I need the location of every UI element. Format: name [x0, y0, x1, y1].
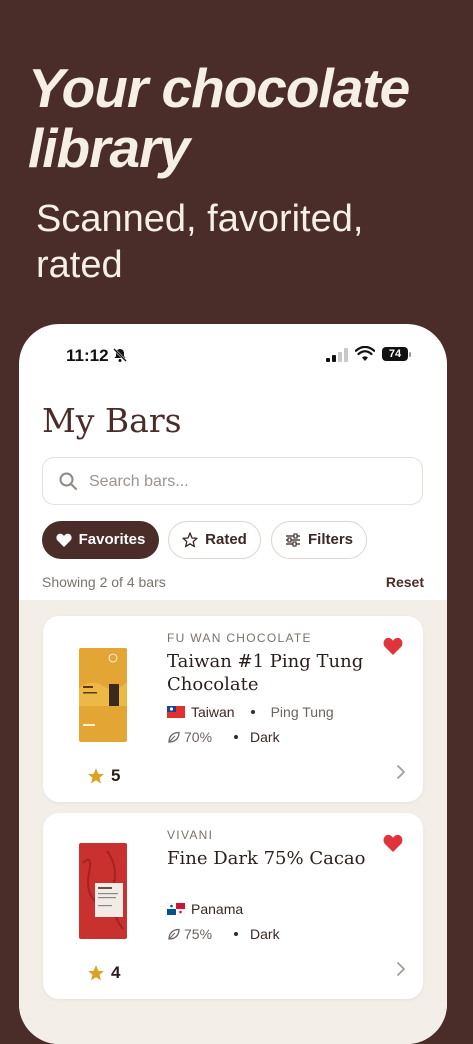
wifi-icon [355, 346, 375, 361]
meta-row: 70% Dark [167, 729, 280, 745]
rating: 4 [87, 963, 120, 983]
chocolate-bar-image [79, 648, 127, 742]
separator-dot [234, 932, 239, 936]
separator-dot [250, 710, 255, 714]
phone-screen: 11:12 74 My Bars Search bars... Favorite… [19, 324, 447, 1044]
bar-region: Ping Tung [270, 704, 334, 720]
search-placeholder: Search bars... [89, 473, 189, 490]
favorite-heart-icon[interactable] [383, 637, 403, 655]
bar-maker: FU WAN CHOCOLATE [167, 631, 312, 645]
bar-card[interactable]: VIVANI Fine Dark 75% Cacao Panama 75% Da… [43, 813, 423, 999]
star-icon [88, 768, 104, 784]
chevron-right-icon [397, 765, 405, 779]
battery-tip [409, 352, 411, 357]
origin-row: Panama [167, 901, 243, 917]
rating-value: 5 [111, 766, 121, 785]
leaf-icon [168, 731, 180, 743]
rated-filter-chip[interactable]: Rated [168, 521, 261, 559]
status-bar: 11:12 74 [19, 324, 447, 384]
filters-chip-label: Filters [307, 531, 353, 548]
bar-card[interactable]: FU WAN CHOCOLATE Taiwan #1 Ping Tung Cho… [43, 616, 423, 802]
bar-cacao: 75% [184, 926, 213, 942]
search-icon [59, 472, 77, 490]
star-outline-icon [182, 532, 198, 548]
favorites-chip-label: Favorites [78, 531, 146, 548]
reset-button[interactable]: Reset [386, 574, 424, 590]
star-icon [88, 965, 104, 981]
chevron-right-icon [397, 962, 405, 976]
rating: 5 [87, 766, 120, 786]
filters-chip[interactable]: Filters [271, 521, 367, 559]
battery-icon: 74 [382, 347, 408, 361]
panama-flag-icon [167, 903, 185, 915]
sliders-icon [285, 533, 300, 547]
chocolate-bar-image [79, 843, 127, 939]
bar-country: Taiwan [191, 704, 235, 720]
bar-country: Panama [191, 901, 244, 917]
origin-row: Taiwan Ping Tung [167, 704, 334, 720]
bar-name: Fine Dark 75% Cacao [167, 848, 366, 869]
bar-type: Dark [250, 729, 280, 745]
status-time: 11:12 [66, 346, 109, 365]
bar-name: Taiwan #1 Ping Tung Chocolate [167, 651, 364, 695]
favorite-heart-icon[interactable] [383, 834, 403, 852]
hero-subtitle: Scanned, favorited, rated [36, 198, 364, 286]
taiwan-flag-icon [167, 706, 185, 718]
favorites-filter-chip[interactable]: Favorites [42, 521, 159, 559]
leaf-icon [168, 928, 180, 940]
separator-dot [234, 735, 239, 739]
results-count: Showing 2 of 4 bars [42, 574, 166, 590]
heart-icon [56, 533, 72, 547]
bar-maker: VIVANI [167, 828, 214, 842]
bell-slash-icon [113, 348, 127, 362]
rated-chip-label: Rated [205, 531, 247, 548]
page-title: My Bars [42, 401, 182, 440]
rating-value: 4 [111, 963, 121, 982]
cell-signal-icon [326, 348, 348, 362]
hero-title: Your chocolate library [28, 57, 410, 179]
bar-type: Dark [250, 926, 280, 942]
bar-cacao: 70% [184, 729, 213, 745]
search-input[interactable]: Search bars... [42, 457, 423, 505]
meta-row: 75% Dark [167, 926, 280, 942]
